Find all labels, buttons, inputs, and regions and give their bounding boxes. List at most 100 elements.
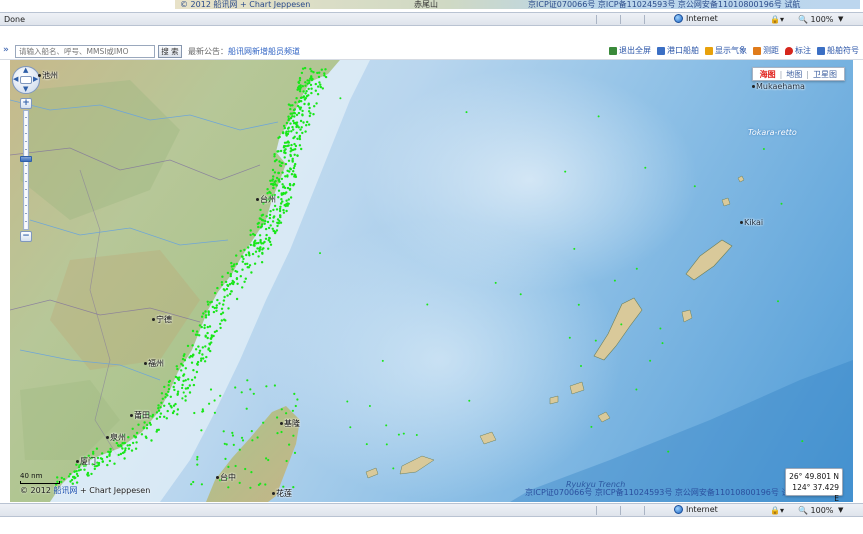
ship-marker[interactable] [239, 275, 242, 278]
ship-marker[interactable] [278, 207, 282, 211]
ship-marker[interactable] [296, 104, 300, 108]
ship-marker[interactable] [402, 432, 405, 435]
ship-marker[interactable] [181, 397, 184, 400]
ship-marker[interactable] [260, 214, 263, 217]
ship-marker[interactable] [159, 406, 162, 409]
ship-marker[interactable] [293, 392, 296, 395]
announcement[interactable]: 最新公告：船讯网新增船员频道 [188, 46, 300, 57]
ship-marker[interactable] [201, 408, 204, 411]
ship-marker[interactable] [222, 303, 225, 306]
ship-marker[interactable] [291, 125, 294, 129]
ship-marker[interactable] [244, 467, 247, 471]
ship-marker[interactable] [176, 377, 180, 381]
ship-marker[interactable] [268, 237, 271, 240]
tool-fullscreen-exit[interactable]: 退出全屏 [609, 45, 651, 56]
ship-marker[interactable] [194, 333, 198, 336]
ship-marker[interactable] [349, 426, 352, 429]
ship-marker[interactable] [307, 94, 310, 97]
ship-marker[interactable] [635, 267, 638, 270]
ship-marker[interactable] [263, 222, 266, 225]
ship-marker[interactable] [287, 115, 290, 118]
ship-marker[interactable] [181, 383, 184, 387]
ship-marker[interactable] [275, 184, 278, 187]
ship-marker[interactable] [108, 454, 111, 457]
ship-marker[interactable] [241, 439, 245, 442]
ship-marker[interactable] [176, 390, 180, 393]
ship-marker[interactable] [286, 144, 289, 148]
ship-marker[interactable] [301, 131, 304, 135]
ship-marker[interactable] [280, 161, 283, 164]
ship-marker[interactable] [146, 423, 149, 427]
ship-marker[interactable] [273, 153, 276, 156]
ship-marker[interactable] [209, 388, 213, 391]
ship-marker[interactable] [257, 241, 260, 245]
ship-marker[interactable] [196, 463, 199, 466]
ship-marker[interactable] [172, 410, 176, 413]
ship-marker[interactable] [276, 432, 279, 435]
ship-marker[interactable] [268, 216, 272, 220]
ship-marker[interactable] [282, 124, 286, 128]
ship-marker[interactable] [277, 178, 281, 181]
ship-marker[interactable] [196, 458, 199, 461]
ship-marker[interactable] [235, 254, 238, 257]
ship-marker[interactable] [190, 361, 194, 364]
ship-marker[interactable] [272, 229, 275, 233]
ship-marker[interactable] [144, 435, 148, 438]
ship-marker[interactable] [222, 288, 225, 291]
ship-marker[interactable] [190, 378, 194, 382]
ship-marker[interactable] [109, 447, 112, 451]
ship-marker[interactable] [294, 148, 297, 151]
ship-marker[interactable] [135, 431, 139, 435]
ship-marker[interactable] [155, 417, 159, 420]
ship-marker[interactable] [271, 227, 274, 230]
ship-marker[interactable] [215, 304, 218, 307]
ship-marker[interactable] [301, 113, 304, 116]
ship-marker[interactable] [298, 90, 302, 93]
ship-marker[interactable] [261, 248, 264, 251]
ship-marker[interactable] [224, 280, 228, 284]
ship-marker[interactable] [286, 175, 289, 178]
ship-marker[interactable] [268, 240, 272, 244]
ship-marker[interactable] [186, 386, 190, 390]
ship-marker[interactable] [258, 247, 261, 250]
ship-marker[interactable] [296, 398, 299, 401]
ship-marker[interactable] [200, 483, 203, 486]
ship-marker[interactable] [204, 316, 208, 319]
ship-marker[interactable] [244, 277, 247, 280]
ship-marker[interactable] [169, 395, 172, 398]
ship-marker[interactable] [163, 385, 166, 389]
ship-marker[interactable] [293, 142, 296, 146]
ship-marker[interactable] [240, 391, 243, 394]
ship-marker[interactable] [202, 312, 205, 315]
ship-marker[interactable] [257, 255, 260, 258]
ship-marker[interactable] [284, 175, 287, 178]
ship-marker[interactable] [167, 390, 170, 393]
ship-marker[interactable] [426, 303, 429, 306]
ship-marker[interactable] [150, 439, 153, 442]
ship-marker[interactable] [167, 384, 170, 387]
zoom-level[interactable]: 🔍 100% [798, 15, 833, 24]
ship-marker[interactable] [234, 464, 237, 468]
ship-marker[interactable] [140, 433, 144, 436]
ship-marker[interactable] [300, 126, 303, 129]
ship-marker[interactable] [254, 250, 258, 253]
ship-marker[interactable] [310, 75, 313, 78]
ship-marker[interactable] [209, 337, 212, 340]
ship-marker[interactable] [292, 136, 295, 140]
ship-marker[interactable] [230, 290, 233, 293]
pan-left-icon[interactable]: ◀ [13, 76, 18, 83]
ship-marker[interactable] [635, 388, 638, 391]
ship-marker[interactable] [241, 260, 244, 263]
ship-marker[interactable] [306, 82, 309, 85]
ship-marker[interactable] [159, 412, 163, 415]
ship-marker[interactable] [206, 331, 209, 335]
ship-marker[interactable] [275, 176, 279, 180]
ship-marker[interactable] [258, 249, 261, 253]
ship-marker[interactable] [193, 376, 197, 379]
ship-marker[interactable] [323, 74, 326, 77]
ship-marker[interactable] [280, 177, 284, 181]
ship-marker[interactable] [291, 409, 294, 412]
ship-marker[interactable] [130, 449, 134, 452]
ship-marker[interactable] [297, 86, 300, 89]
ship-marker[interactable] [131, 427, 134, 430]
